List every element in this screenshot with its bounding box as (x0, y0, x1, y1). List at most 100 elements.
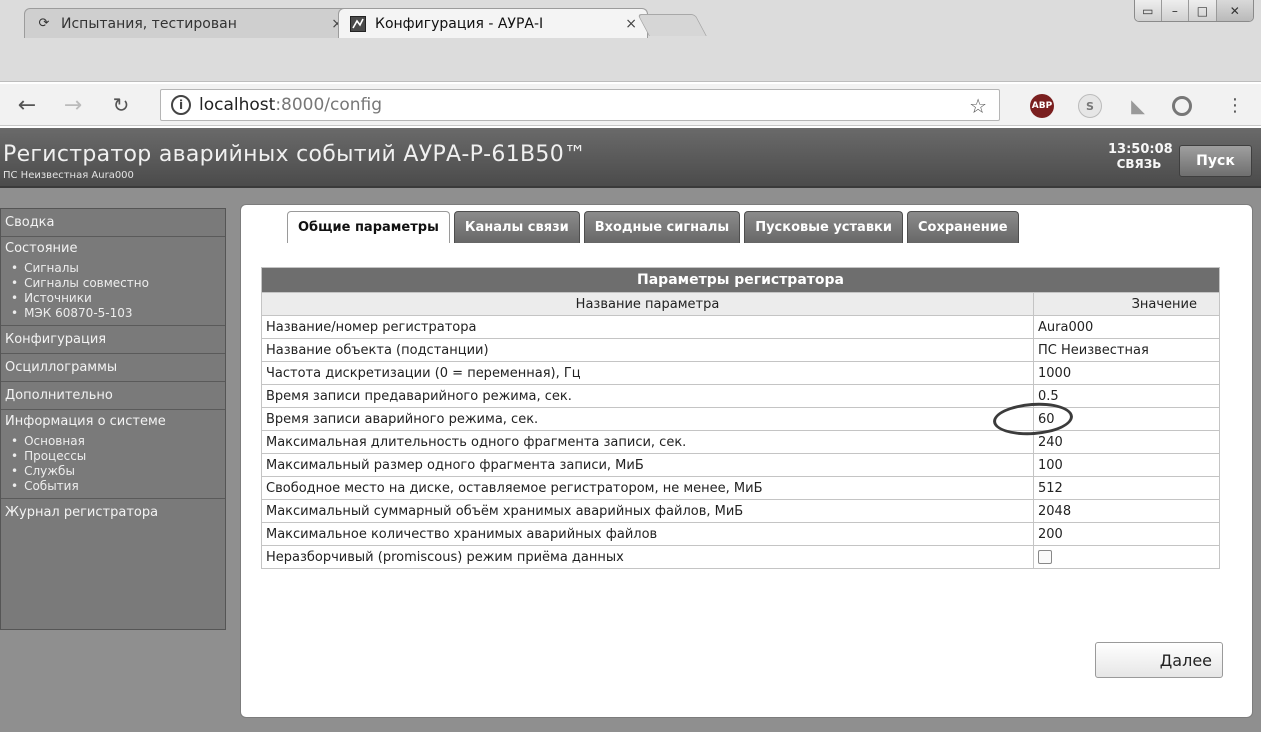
tab-channels[interactable]: Каналы связи (453, 211, 580, 243)
param-name: Неразборчивый (promiscous) режим приёма … (261, 545, 1034, 569)
back-icon[interactable]: ← (14, 92, 40, 118)
table-row: Неразборчивый (promiscous) режим приёма … (261, 545, 1220, 569)
tab-save[interactable]: Сохранение (906, 211, 1019, 243)
param-value-checkbox-cell (1033, 545, 1220, 569)
config-tabs: Общие параметры Каналы связи Входные сиг… (287, 211, 1023, 243)
close-tab-icon[interactable]: × (625, 16, 637, 32)
sidebar-item-summary[interactable]: Сводка (1, 209, 225, 237)
close-window-icon[interactable]: ✕ (1215, 0, 1253, 21)
param-name: Частота дискретизации (0 = переменная), … (261, 361, 1034, 385)
table-header-row: Название параметра Значение (261, 292, 1220, 316)
param-value[interactable]: 1000 (1033, 361, 1220, 385)
sidebar-item-oscillograms[interactable]: Осциллограммы (1, 354, 225, 382)
app-header: Регистратор аварийных событий АУРА-Р-61В… (0, 128, 1261, 188)
site-info-icon[interactable]: i (171, 95, 191, 115)
loading-spinner-icon: ⟳ (38, 16, 50, 31)
address-bar[interactable]: i localhost:8000/config ☆ (160, 89, 1000, 121)
sidebar: Сводка Состояние Сигналы Сигналы совмест… (0, 208, 226, 630)
extension-s-icon[interactable]: S (1078, 94, 1102, 118)
param-value[interactable]: Aura000 (1033, 315, 1220, 339)
sidebar-item-signals[interactable]: Сигналы (1, 261, 225, 276)
tab-trigger-settings[interactable]: Пусковые уставки (744, 211, 903, 243)
sidebar-item-additional[interactable]: Дополнительно (1, 382, 225, 410)
param-name: Время записи аварийного режима, сек. (261, 407, 1034, 431)
param-name: Время записи предаварийного режима, сек. (261, 384, 1034, 408)
param-value[interactable]: ПС Неизвестная (1033, 338, 1220, 362)
column-header-value: Значение (1033, 292, 1220, 316)
next-button[interactable]: Далее (1095, 642, 1223, 678)
sidebar-item-events[interactable]: События (1, 479, 225, 494)
browser-tab-title: Конфигурация - АУРА-I (375, 15, 544, 32)
table-row: Максимальный размер одного фрагмента зап… (261, 453, 1220, 477)
sidebar-item-processes[interactable]: Процессы (1, 449, 225, 464)
param-value[interactable]: 100 (1033, 453, 1220, 477)
param-name: Свободное место на диске, оставляемое ре… (261, 476, 1034, 500)
browser-tabstrip: ⟳ Испытания, тестирован × Конфигурация -… (0, 0, 1261, 40)
table-row: Максимальный суммарный объём хранимых ав… (261, 499, 1220, 523)
sidebar-item-journal[interactable]: Журнал регистратора (1, 499, 225, 527)
app-favicon-icon (349, 15, 367, 32)
adblock-icon[interactable]: ABP (1030, 94, 1054, 118)
sidebar-item-system-info[interactable]: Информация о системе (1, 410, 225, 434)
window-controls: ▭ – □ ✕ (1134, 0, 1254, 22)
app-area: Регистратор аварийных событий АУРА-Р-61В… (0, 128, 1261, 732)
sidebar-item-iec-103[interactable]: МЭК 60870-5-103 (1, 306, 225, 321)
link-status: СВЯЗЬ (1116, 157, 1162, 171)
sidebar-item-configuration[interactable]: Конфигурация (1, 326, 225, 354)
param-value[interactable]: 2048 (1033, 499, 1220, 523)
param-value[interactable]: 240 (1033, 430, 1220, 454)
browser-tab-tests[interactable]: ⟳ Испытания, тестирован × (24, 8, 354, 38)
app-subtitle: ПС Неизвестная Aura000 (3, 170, 134, 181)
maximize-icon[interactable]: □ (1188, 0, 1216, 21)
bookmark-star-icon[interactable]: ☆ (969, 94, 987, 118)
promiscuous-checkbox[interactable] (1038, 550, 1052, 564)
config-panel: Общие параметры Каналы связи Входные сиг… (240, 204, 1253, 718)
sidebar-item-services[interactable]: Службы (1, 464, 225, 479)
eye-extension-icon[interactable] (1172, 96, 1192, 116)
browser-toolbar: ← → ↻ i localhost:8000/config ☆ ABP S ◣ … (0, 84, 1261, 126)
param-name: Максимальная длительность одного фрагмен… (261, 430, 1034, 454)
forward-icon[interactable]: → (60, 92, 86, 118)
table-row: Время записи предаварийного режима, сек.… (261, 384, 1220, 408)
sidebar-item-signals-joint[interactable]: Сигналы совместно (1, 276, 225, 291)
table-row: Максимальная длительность одного фрагмен… (261, 430, 1220, 454)
url-path: :8000/config (275, 95, 383, 115)
param-value[interactable]: 200 (1033, 522, 1220, 546)
table-row: Название объекта (подстанции) ПС Неизвес… (261, 338, 1220, 362)
reload-icon[interactable]: ↻ (108, 92, 134, 118)
sidebar-item-basic[interactable]: Основная (1, 434, 225, 449)
table-row: Частота дискретизации (0 = переменная), … (261, 361, 1220, 385)
start-button[interactable]: Пуск (1179, 145, 1252, 177)
table-caption-row: Параметры регистратора (261, 267, 1220, 293)
url-host: localhost (199, 95, 276, 115)
param-name: Название/номер регистратора (261, 315, 1034, 339)
param-value[interactable]: 512 (1033, 476, 1220, 500)
table-row: Название/номер регистратора Aura000 (261, 315, 1220, 339)
app-title: Регистратор аварийных событий АУРА-Р-61В… (3, 142, 587, 167)
table-caption: Параметры регистратора (261, 267, 1220, 293)
sidebar-item-state[interactable]: Состояние (1, 237, 225, 261)
clock-display: 13:50:08 СВЯЗЬ (1108, 142, 1173, 172)
param-name: Максимальный суммарный объём хранимых ав… (261, 499, 1034, 523)
param-name: Максимальное количество хранимых аварийн… (261, 522, 1034, 546)
tab-input-signals[interactable]: Входные сигналы (583, 211, 741, 243)
params-table: Параметры регистратора Название параметр… (261, 267, 1220, 569)
restore-icon[interactable]: ▭ (1135, 0, 1161, 21)
browser-tab-config[interactable]: Конфигурация - АУРА-I × (338, 8, 648, 38)
table-row: Время записи аварийного режима, сек. 60 (261, 407, 1220, 431)
sidebar-item-sources[interactable]: Источники (1, 291, 225, 306)
table-row: Максимальное количество хранимых аварийн… (261, 522, 1220, 546)
browser-frame: ⟳ Испытания, тестирован × Конфигурация -… (0, 0, 1261, 82)
tab-general[interactable]: Общие параметры (287, 211, 450, 243)
param-name: Название объекта (подстанции) (261, 338, 1034, 362)
browser-tab-title: Испытания, тестирован (61, 15, 237, 32)
sidebar-group-state: Состояние Сигналы Сигналы совместно Исто… (1, 237, 225, 326)
sidebar-group-system-info: Информация о системе Основная Процессы С… (1, 410, 225, 499)
param-name: Максимальный размер одного фрагмента зап… (261, 453, 1034, 477)
param-value[interactable]: 0.5 (1033, 384, 1220, 408)
clock-time: 13:50:08 (1108, 142, 1173, 157)
rss-icon[interactable]: ◣ (1126, 94, 1150, 118)
new-tab-button[interactable] (637, 14, 707, 36)
browser-menu-icon[interactable]: ⋮ (1222, 92, 1248, 118)
minimize-icon[interactable]: – (1160, 0, 1189, 21)
